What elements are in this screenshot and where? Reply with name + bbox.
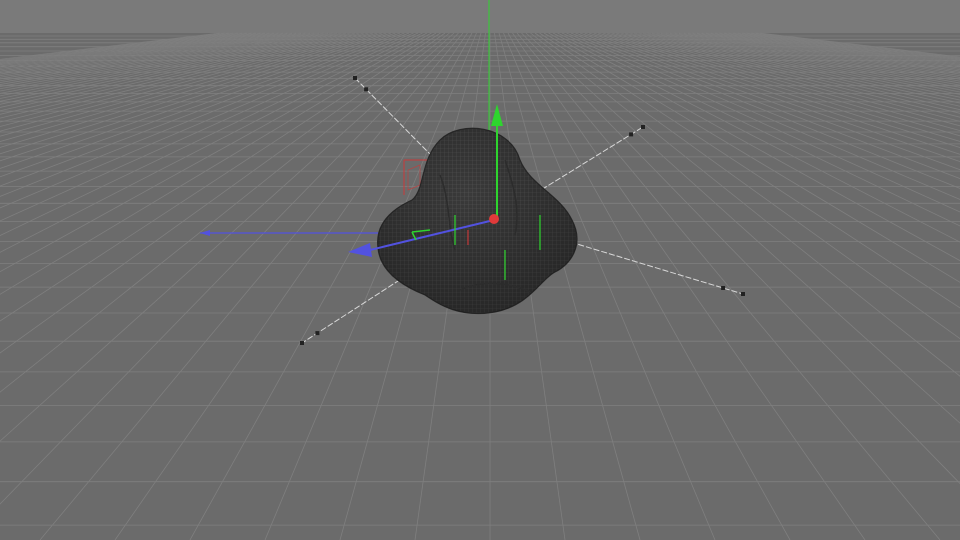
deformer-handle-point-icon[interactable] [364,87,369,92]
deformer-handle-point-icon[interactable] [741,292,745,296]
deformer-handle-point-icon[interactable] [315,331,320,336]
sky-band [0,0,960,33]
viewport-canvas[interactable] [0,0,960,540]
pivot-center-icon[interactable] [489,214,499,224]
deformer-handle-point-icon[interactable] [641,125,645,129]
deformer-handle-point-icon[interactable] [353,76,357,80]
deformer-handle-point-icon[interactable] [300,341,304,345]
deformer-handle-point-icon[interactable] [629,132,634,137]
deformer-handle-point-icon[interactable] [721,286,726,290]
3d-viewport[interactable] [0,0,960,540]
